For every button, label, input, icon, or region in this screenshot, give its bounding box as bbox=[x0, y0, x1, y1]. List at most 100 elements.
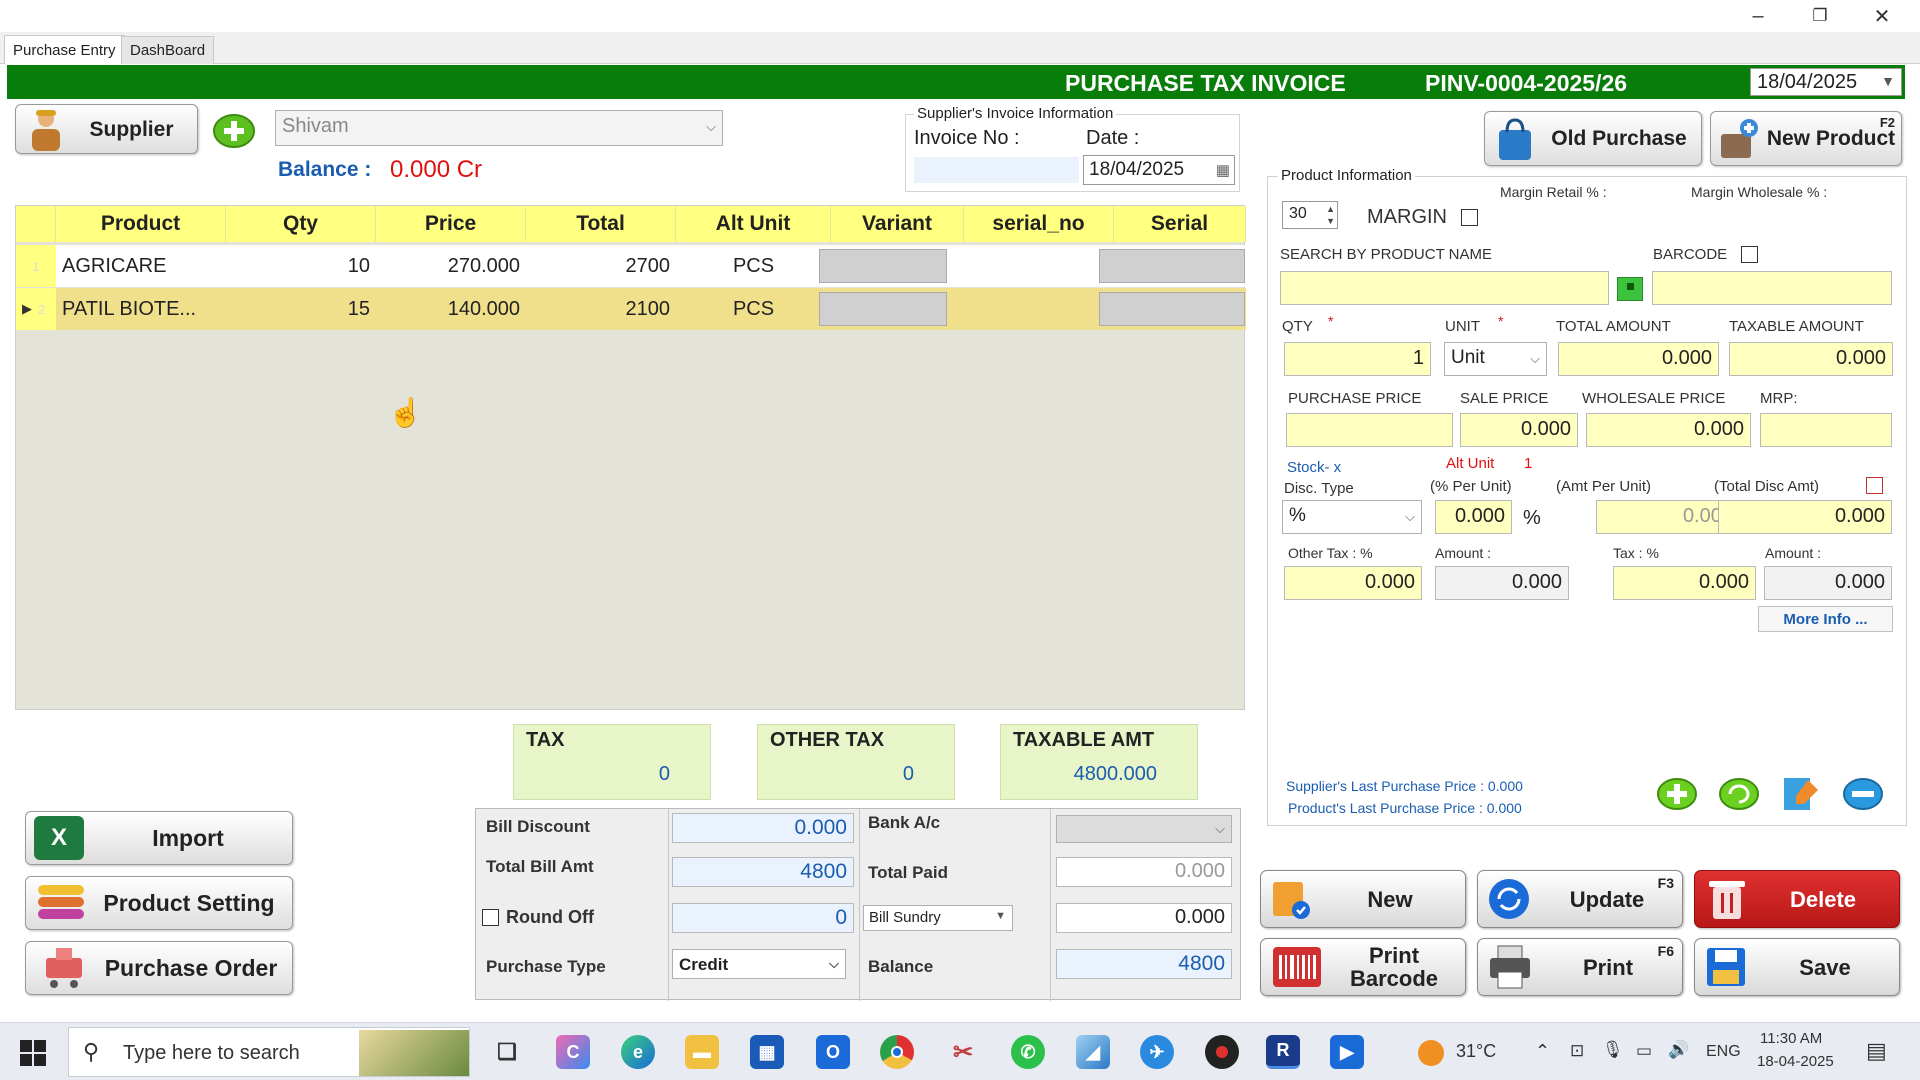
purchase-order-button[interactable]: Purchase Order bbox=[25, 941, 293, 995]
cell-variant[interactable] bbox=[819, 292, 947, 326]
bill-discount-input[interactable]: 0.000 bbox=[672, 813, 854, 843]
bank-account-select[interactable]: ⌵ bbox=[1056, 815, 1232, 843]
tab-purchase-entry[interactable]: Purchase Entry bbox=[4, 35, 125, 64]
barcode-checkbox[interactable] bbox=[1741, 246, 1758, 263]
margin-spinner[interactable]: 30 ▲ ▼ bbox=[1282, 201, 1338, 229]
cell-serial-no[interactable] bbox=[964, 245, 1114, 287]
app-icon[interactable]: ◢ bbox=[1076, 1035, 1110, 1069]
table-row[interactable]: ▶ 2 PATIL BIOTE... 15 140.000 2100 PCS bbox=[16, 288, 1246, 330]
print-barcode-button[interactable]: Print Barcode bbox=[1260, 938, 1466, 996]
search-go-button[interactable] bbox=[1617, 277, 1643, 301]
notification-icon[interactable]: ▤ bbox=[1866, 1038, 1887, 1064]
barcode-input[interactable] bbox=[1652, 271, 1892, 305]
round-off-input[interactable]: 0 bbox=[672, 903, 854, 933]
snipping-tool-icon[interactable]: ✂ bbox=[946, 1035, 980, 1069]
minimize-button[interactable]: – bbox=[1727, 0, 1789, 32]
add-row-button[interactable] bbox=[1656, 776, 1698, 814]
messaging-icon[interactable]: ✈ bbox=[1140, 1035, 1174, 1069]
volume-icon[interactable]: 🔊 bbox=[1668, 1040, 1689, 1060]
wholesale-price-input[interactable]: 0.000 bbox=[1586, 413, 1751, 447]
store-icon[interactable]: ▦ bbox=[750, 1035, 784, 1069]
tab-dashboard[interactable]: DashBoard bbox=[121, 36, 215, 64]
table-row[interactable]: 1 AGRICARE 10 270.000 2700 PCS bbox=[16, 245, 1246, 287]
sale-price-input[interactable]: 0.000 bbox=[1460, 413, 1578, 447]
cell-serial[interactable] bbox=[1099, 292, 1245, 326]
total-amount-input[interactable]: 0.000 bbox=[1558, 342, 1719, 376]
invoice-date-picker[interactable]: 18/04/2025 ▼ bbox=[1750, 68, 1902, 96]
mrp-input[interactable] bbox=[1760, 413, 1892, 447]
media-icon[interactable]: ▶ bbox=[1330, 1035, 1364, 1069]
cell-price[interactable]: 140.000 bbox=[376, 288, 526, 330]
clock-date[interactable]: 18-04-2025 bbox=[1757, 1053, 1834, 1070]
product-grid[interactable]: Product Qty Price Total Alt Unit Variant… bbox=[15, 205, 1246, 710]
purchase-type-select[interactable]: Credit ⌵ bbox=[672, 949, 846, 979]
edit-row-button[interactable] bbox=[1780, 772, 1822, 814]
edge-icon[interactable]: e bbox=[621, 1035, 655, 1069]
taskbar-search-box[interactable]: ⚲ Type here to search bbox=[68, 1027, 470, 1077]
chrome-icon[interactable] bbox=[880, 1035, 914, 1069]
unit-select[interactable]: Unit ⌵ bbox=[1444, 342, 1547, 376]
cell-serial[interactable] bbox=[1099, 249, 1245, 283]
column-header-alt-unit[interactable]: Alt Unit bbox=[676, 206, 831, 242]
cell-price[interactable]: 270.000 bbox=[376, 245, 526, 287]
round-off-checkbox[interactable] bbox=[482, 909, 499, 926]
cell-total[interactable]: 2700 bbox=[526, 245, 676, 287]
more-info-button[interactable]: More Info ... bbox=[1758, 606, 1893, 632]
new-product-button[interactable]: New Product F2 bbox=[1710, 111, 1902, 166]
column-header-total[interactable]: Total bbox=[526, 206, 676, 242]
import-button[interactable]: X Import bbox=[25, 811, 293, 865]
column-header-serial[interactable]: Serial bbox=[1114, 206, 1246, 242]
clock-time[interactable]: 11:30 AM bbox=[1760, 1030, 1822, 1047]
total-disc-input[interactable]: 0.000 bbox=[1718, 500, 1892, 534]
column-header-qty[interactable]: Qty bbox=[226, 206, 376, 242]
column-header-variant[interactable]: Variant bbox=[831, 206, 964, 242]
taxable-amount-input[interactable]: 0.000 bbox=[1729, 342, 1893, 376]
task-view-icon[interactable]: ❏ bbox=[490, 1035, 524, 1069]
new-button[interactable]: New bbox=[1260, 870, 1466, 928]
product-setting-button[interactable]: Product Setting bbox=[25, 876, 293, 930]
delete-button[interactable]: Delete bbox=[1694, 870, 1900, 928]
total-disc-checkbox[interactable] bbox=[1866, 477, 1883, 494]
qty-input[interactable]: 1 bbox=[1284, 342, 1431, 376]
supplier-button[interactable]: Supplier bbox=[15, 104, 198, 154]
old-purchase-button[interactable]: Old Purchase bbox=[1484, 111, 1702, 166]
tax-percent-input[interactable]: 0.000 bbox=[1613, 566, 1756, 600]
cell-qty[interactable]: 10 bbox=[226, 245, 376, 287]
copilot-icon[interactable]: C bbox=[556, 1035, 590, 1069]
supplier-invoice-date-picker[interactable]: 18/04/2025 ▦ bbox=[1083, 155, 1235, 185]
tax-amount-input[interactable]: 0.000 bbox=[1764, 566, 1892, 600]
invoice-no-input[interactable] bbox=[914, 157, 1079, 183]
cell-product[interactable]: PATIL BIOTE... bbox=[56, 288, 226, 330]
total-bill-input[interactable]: 4800 bbox=[672, 857, 854, 887]
recorder-icon[interactable] bbox=[1205, 1035, 1239, 1069]
network-icon[interactable]: ⊡ bbox=[1570, 1041, 1584, 1061]
close-button[interactable]: ✕ bbox=[1851, 0, 1913, 32]
cell-serial-no[interactable] bbox=[964, 288, 1114, 330]
cell-alt-unit[interactable]: PCS bbox=[676, 245, 831, 287]
cell-variant[interactable] bbox=[819, 249, 947, 283]
cell-qty[interactable]: 15 bbox=[226, 288, 376, 330]
column-header-product[interactable]: Product bbox=[56, 206, 226, 242]
language-indicator[interactable]: ENG bbox=[1706, 1043, 1741, 1061]
chevron-up-icon[interactable]: ⌃ bbox=[1535, 1041, 1550, 1062]
disc-type-select[interactable]: % ⌵ bbox=[1282, 500, 1422, 534]
whatsapp-icon[interactable]: ✆ bbox=[1011, 1035, 1045, 1069]
margin-checkbox[interactable] bbox=[1461, 209, 1478, 226]
refresh-row-button[interactable] bbox=[1718, 776, 1760, 814]
print-button[interactable]: Print F6 bbox=[1477, 938, 1683, 996]
outlook-icon[interactable]: O bbox=[816, 1035, 850, 1069]
start-button[interactable] bbox=[20, 1040, 46, 1066]
update-button[interactable]: Update F3 bbox=[1477, 870, 1683, 928]
purchase-price-input[interactable] bbox=[1286, 413, 1453, 447]
other-tax-amount-input[interactable]: 0.000 bbox=[1435, 566, 1569, 600]
percent-per-unit-input[interactable]: 0.000 bbox=[1435, 500, 1512, 534]
active-app-icon[interactable]: R bbox=[1266, 1035, 1300, 1069]
search-product-input[interactable] bbox=[1280, 271, 1609, 305]
spin-arrows-icon[interactable]: ▲ ▼ bbox=[1326, 203, 1335, 227]
display-icon[interactable]: ▭ bbox=[1636, 1041, 1652, 1061]
remove-row-button[interactable] bbox=[1842, 776, 1884, 814]
file-explorer-icon[interactable]: ▬ bbox=[685, 1035, 719, 1069]
cell-total[interactable]: 2100 bbox=[526, 288, 676, 330]
bill-sundry-select[interactable]: Bill Sundry ▼ bbox=[863, 905, 1013, 931]
microphone-icon[interactable]: 🎙 bbox=[1602, 1040, 1624, 1060]
